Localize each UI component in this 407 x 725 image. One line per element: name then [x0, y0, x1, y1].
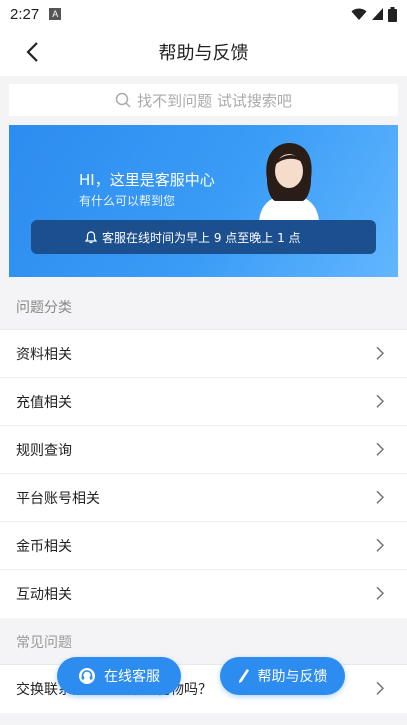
- category-item-account[interactable]: 平台账号相关: [0, 474, 407, 522]
- chevron-right-icon: [376, 586, 385, 600]
- category-section-label: 问题分类: [16, 300, 72, 316]
- category-item-rules[interactable]: 规则查询: [0, 426, 407, 474]
- help-feedback-button[interactable]: 帮助与反馈: [220, 657, 345, 695]
- category-item-recharge[interactable]: 充值相关: [0, 378, 407, 426]
- category-item-interaction[interactable]: 互动相关: [0, 570, 407, 618]
- signal-icon: [372, 8, 383, 20]
- list-item-label: 资料相关: [16, 346, 72, 363]
- category-list: 资料相关 充值相关 规则查询 平台账号相关 金币相关 互动相关: [0, 329, 407, 618]
- faq-section-label: 常见问题: [16, 635, 72, 651]
- pencil-icon: [238, 669, 249, 683]
- chevron-right-icon: [376, 442, 385, 456]
- online-service-label: 在线客服: [104, 669, 160, 685]
- status-bar: 2:27 A: [0, 0, 407, 28]
- online-service-button[interactable]: 在线客服: [57, 657, 181, 695]
- back-button[interactable]: [20, 40, 44, 64]
- battery-icon: [388, 6, 397, 22]
- search-input[interactable]: 找不到问题 试试搜索吧: [9, 84, 398, 116]
- list-item-label: 充值相关: [16, 394, 72, 411]
- list-item-label: 金币相关: [16, 538, 72, 555]
- service-hours-notice: 客服在线时间为早上 9 点至晚上 1 点: [31, 220, 376, 254]
- category-item-coins[interactable]: 金币相关: [0, 522, 407, 570]
- bell-icon: [85, 230, 97, 243]
- help-feedback-label: 帮助与反馈: [257, 669, 328, 685]
- headset-icon: [79, 668, 95, 684]
- app-header: 帮助与反馈: [0, 28, 407, 76]
- agent-avatar: [259, 143, 319, 221]
- notification-icon: A: [49, 8, 62, 20]
- chevron-right-icon: [376, 346, 385, 360]
- status-icons: [351, 6, 397, 22]
- chevron-right-icon: [376, 538, 385, 552]
- chevron-right-icon: [376, 490, 385, 504]
- search-icon: [115, 92, 131, 108]
- back-arrow-icon: [26, 42, 38, 62]
- list-item-label: 平台账号相关: [16, 490, 100, 507]
- banner-title: HI，这里是客服中心: [79, 171, 215, 189]
- list-item-label: 互动相关: [16, 587, 72, 603]
- notice-text: 客服在线时间为早上 9 点至晚上 1 点: [102, 230, 301, 245]
- chevron-right-icon: [376, 394, 385, 408]
- service-banner: HI，这里是客服中心 有什么可以帮到您 客服在线时间为早上 9 点至晚上 1 点: [9, 125, 398, 277]
- list-item-label: 规则查询: [16, 442, 72, 459]
- banner-subtitle: 有什么可以帮到您: [79, 194, 176, 208]
- search-placeholder: 找不到问题 试试搜索吧: [137, 91, 292, 110]
- category-item-profile[interactable]: 资料相关: [0, 330, 407, 378]
- wifi-icon: [351, 8, 367, 20]
- page-title: 帮助与反馈: [158, 43, 249, 64]
- status-time: 2:27: [10, 5, 40, 23]
- chevron-right-icon: [376, 681, 385, 695]
